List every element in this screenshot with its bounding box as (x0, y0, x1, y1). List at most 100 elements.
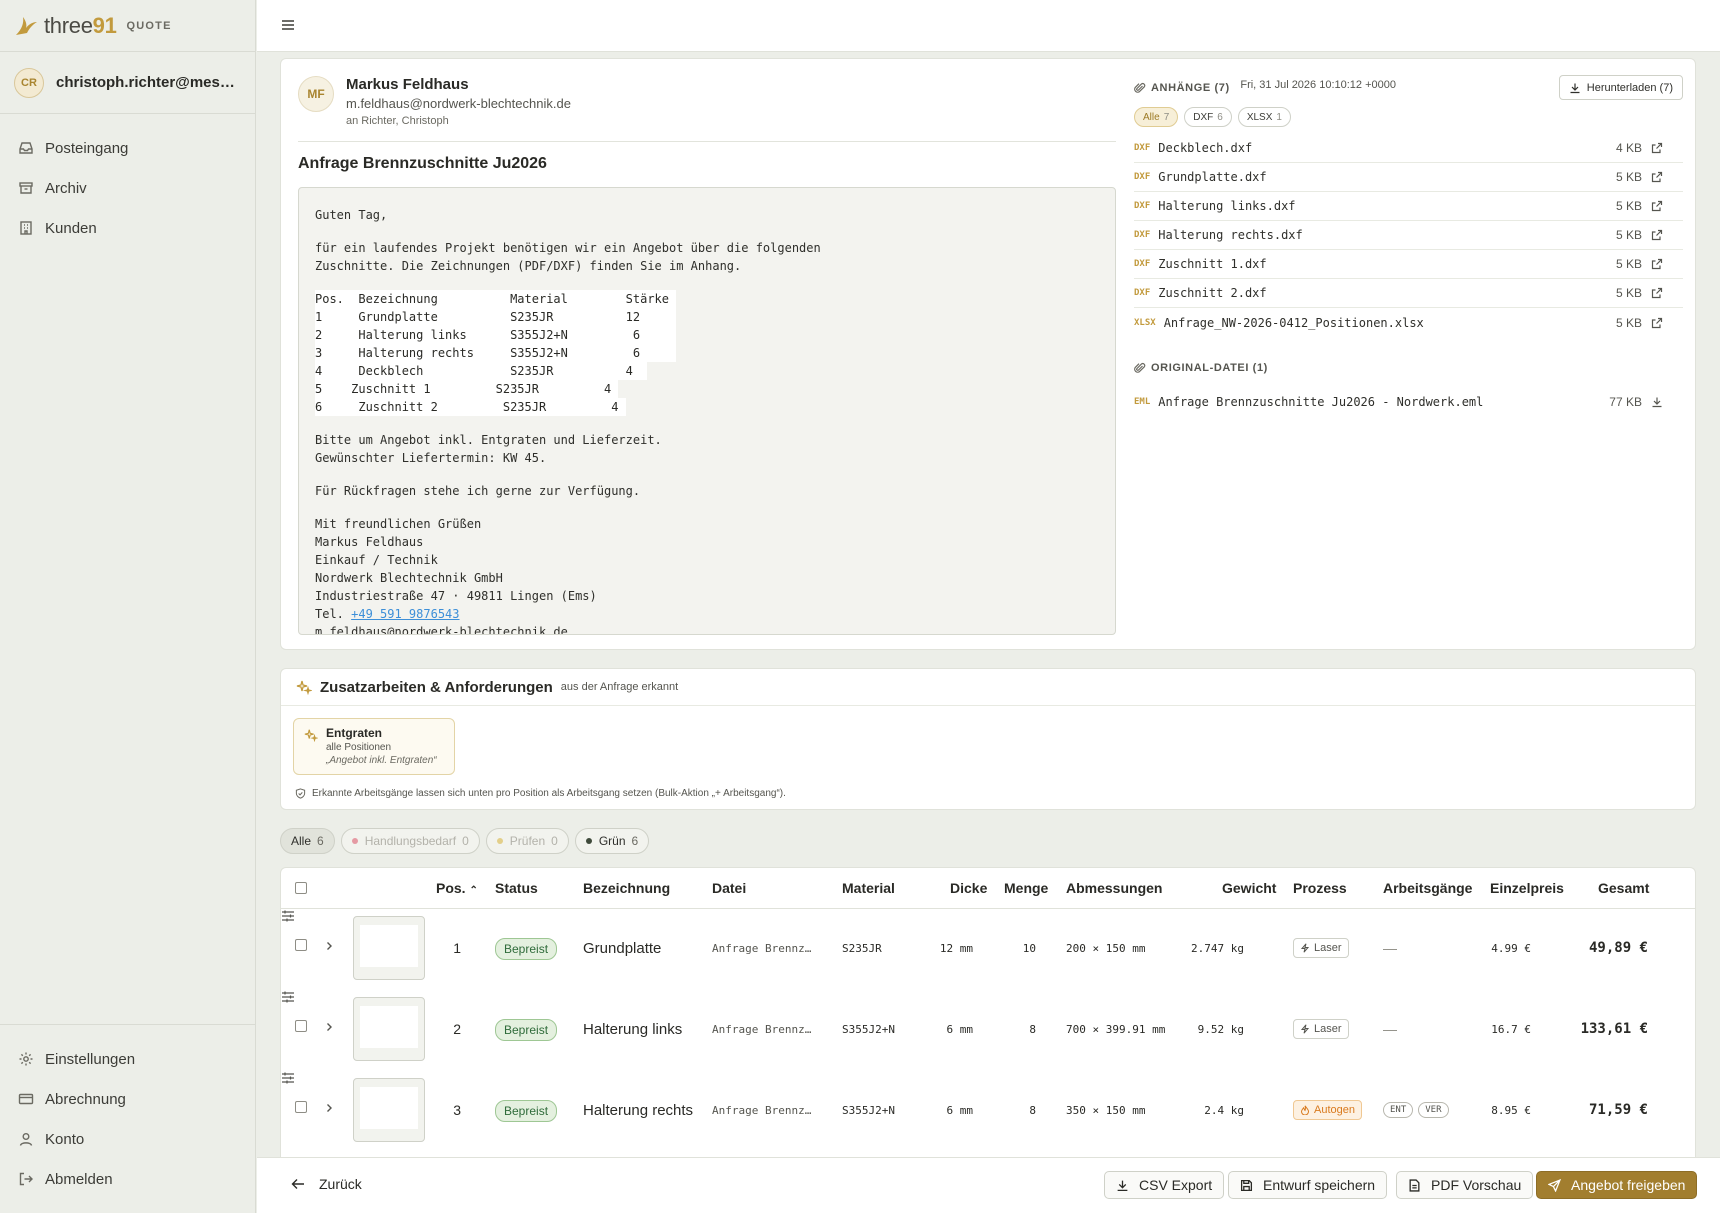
attachment-item[interactable]: DXF Zuschnitt 1.dxf 5 KB (1134, 250, 1683, 279)
column-bezeichnung[interactable]: Bezeichnung (583, 880, 670, 896)
nav-item-einstellungen[interactable]: Einstellungen (0, 1039, 255, 1079)
part-thumbnail[interactable] (353, 916, 425, 980)
cell-arbeitsgaenge[interactable]: — (1383, 1021, 1397, 1037)
nav-label: Abrechnung (45, 1090, 126, 1108)
external-link-icon[interactable] (1651, 229, 1663, 241)
chevron-right-icon[interactable] (324, 1022, 334, 1032)
external-link-icon[interactable] (1651, 171, 1663, 183)
arrow-left-icon (291, 1179, 304, 1189)
cell-gesamt: 49,89 € (1588, 940, 1648, 956)
app-logo[interactable]: three91 QUOTE (0, 0, 255, 52)
process-badge[interactable]: Laser (1293, 938, 1349, 958)
row-checkbox[interactable] (295, 939, 307, 951)
release-quote-button[interactable]: Angebot freigeben (1536, 1171, 1698, 1199)
part-thumbnail[interactable] (353, 1078, 425, 1142)
cell-dicke: 12 mm (939, 942, 973, 955)
external-link-icon[interactable] (1651, 258, 1663, 270)
nav-item-abrechnung[interactable]: Abrechnung (0, 1079, 255, 1119)
part-thumbnail[interactable] (353, 997, 425, 1061)
filter-pruefen[interactable]: Prüfen 0 (485, 828, 569, 854)
external-link-icon[interactable] (1651, 200, 1663, 212)
inbox-icon (19, 142, 33, 154)
chip-xlsx[interactable]: XLSX 1 (1237, 107, 1291, 127)
table-row[interactable]: 3 Bepreist Halterung rechts Anfrage Bren… (281, 1071, 1695, 1152)
original-file-item[interactable]: EML Anfrage Brennzuschnitte Ju2026 - Nord… (1134, 387, 1683, 416)
email-body: Guten Tag, für ein laufendes Projekt ben… (298, 187, 1116, 635)
download-icon[interactable] (1651, 396, 1663, 408)
chip-dxf[interactable]: DXF 6 (1184, 107, 1232, 127)
nav-item-kunden[interactable]: Kunden (0, 208, 255, 248)
save-draft-button[interactable]: Entwurf speichern (1228, 1171, 1388, 1199)
column-einzelpreis[interactable]: Einzelpreis (1490, 880, 1564, 896)
select-all-checkbox[interactable] (295, 882, 307, 894)
csv-export-button[interactable]: CSV Export (1104, 1171, 1225, 1199)
cell-pos: 2 (453, 1021, 461, 1037)
table-row[interactable]: 1 Bepreist Grundplatte Anfrage Brennz… S… (281, 909, 1695, 990)
status-badge: Bepreist (495, 938, 558, 960)
column-datei[interactable]: Datei (712, 880, 746, 896)
body-table-row: 2 Halterung links S355J2+N 6 (315, 326, 677, 344)
external-link-icon[interactable] (1651, 287, 1663, 299)
filter-gruen[interactable]: Grün 6 (574, 828, 650, 854)
shield-check-icon (295, 788, 306, 799)
column-abmessungen[interactable]: Abmessungen (1066, 880, 1162, 896)
column-prozess[interactable]: Prozess (1293, 880, 1347, 896)
attachment-item[interactable]: DXF Halterung rechts.dxf 5 KB (1134, 221, 1683, 250)
bird-logo-icon (16, 16, 37, 35)
chevron-right-icon[interactable] (324, 1103, 334, 1113)
attachment-item[interactable]: DXF Deckblech.dxf 4 KB (1134, 134, 1683, 163)
operation-tag[interactable]: ENT (1383, 1102, 1414, 1118)
attachment-item[interactable]: XLSX Anfrage_NW-2026-0412_Positionen.xlsx… (1134, 308, 1683, 337)
cell-datei[interactable]: Anfrage Brennz… (712, 1104, 811, 1117)
filter-handlungsbedarf[interactable]: Handlungsbedarf 0 (340, 828, 480, 854)
row-settings-icon[interactable] (281, 909, 295, 923)
row-settings-icon[interactable] (281, 990, 295, 1004)
positions-table: Pos. ⌃ Status Bezeichnung Datei Material… (280, 867, 1696, 1167)
status-badge: Bepreist (495, 1019, 558, 1041)
user-menu[interactable]: CR christoph.richter@messerwerk.de (0, 52, 255, 114)
column-gewicht[interactable]: Gewicht (1222, 880, 1276, 896)
column-arbeitsgaenge[interactable]: Arbeitsgänge (1383, 880, 1472, 896)
hamburger-menu-icon[interactable] (281, 18, 295, 32)
row-checkbox[interactable] (295, 1101, 307, 1113)
column-status[interactable]: Status (495, 880, 538, 896)
column-dicke[interactable]: Dicke (950, 880, 987, 896)
email-subject: Anfrage Brennzuschnitte Ju2026 (298, 155, 547, 172)
body-line: Markus Feldhaus (315, 535, 424, 549)
cell-pos: 3 (453, 1102, 461, 1118)
nav-item-abmelden[interactable]: Abmelden (0, 1159, 255, 1199)
filter-alle[interactable]: Alle 6 (280, 828, 335, 854)
nav-item-archiv[interactable]: Archiv (0, 168, 255, 208)
cell-datei[interactable]: Anfrage Brennz… (712, 1023, 811, 1036)
column-pos[interactable]: Pos. ⌃ (436, 880, 478, 896)
attachment-item[interactable]: DXF Zuschnitt 2.dxf 5 KB (1134, 279, 1683, 308)
cell-arbeitsgaenge[interactable]: — (1383, 940, 1397, 956)
pdf-preview-button[interactable]: PDF Vorschau (1396, 1171, 1534, 1199)
external-link-icon[interactable] (1651, 142, 1663, 154)
process-badge[interactable]: Laser (1293, 1019, 1349, 1039)
sparkles-icon (304, 729, 318, 742)
chip-all[interactable]: Alle 7 (1134, 107, 1179, 127)
attachment-item[interactable]: DXF Halterung links.dxf 5 KB (1134, 192, 1683, 221)
column-gesamt[interactable]: Gesamt (1598, 880, 1649, 896)
nav-item-konto[interactable]: Konto (0, 1119, 255, 1159)
cell-datei[interactable]: Anfrage Brennz… (712, 942, 811, 955)
logo-wordmark: three91 (44, 12, 117, 38)
row-checkbox[interactable] (295, 1020, 307, 1032)
chevron-right-icon[interactable] (324, 941, 334, 951)
table-row[interactable]: 2 Bepreist Halterung links Anfrage Brenn… (281, 990, 1695, 1071)
phone-link[interactable]: +49 591 9876543 (351, 607, 459, 621)
back-button[interactable]: Zurück (291, 1176, 362, 1192)
process-badge[interactable]: Autogen (1293, 1100, 1362, 1120)
nav-item-posteingang[interactable]: Posteingang (0, 128, 255, 168)
download-all-button[interactable]: Herunterladen (7) (1558, 75, 1683, 100)
download-icon (1117, 1180, 1128, 1191)
external-link-icon[interactable] (1651, 317, 1663, 329)
requirement-item[interactable]: Entgraten alle Positionen „Angebot inkl.… (293, 718, 455, 775)
operation-tag[interactable]: VER (1418, 1102, 1449, 1118)
column-menge[interactable]: Menge (1004, 880, 1048, 896)
attachment-item[interactable]: DXF Grundplatte.dxf 5 KB (1134, 163, 1683, 192)
column-material[interactable]: Material (842, 880, 895, 896)
row-settings-icon[interactable] (281, 1071, 295, 1085)
cell-gewicht: 2.747 kg (1191, 942, 1244, 955)
